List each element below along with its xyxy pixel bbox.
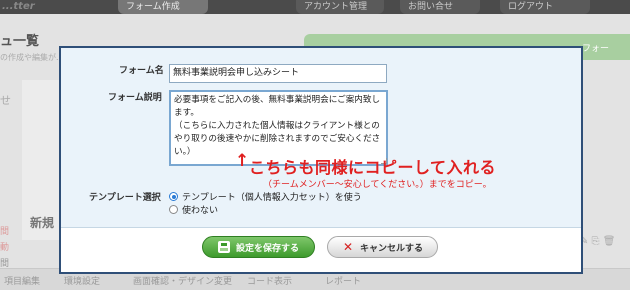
- template-option-use-label: テンプレート（個人情報入力セット）を使う: [182, 193, 362, 203]
- cancel-button[interactable]: ✕ キャンセルする: [327, 236, 438, 258]
- cancel-button-label: キャンセルする: [359, 243, 423, 254]
- template-select-label: テンプレート選択: [89, 193, 161, 203]
- form-settings-dialog: フォーム名 無料事業説明会申し込みシート フォーム説明 必要事項をご記入の後、無…: [59, 46, 583, 274]
- tab-logout[interactable]: ログアウト: [500, 0, 590, 14]
- bottom-item-code[interactable]: コード表示: [247, 274, 292, 287]
- save-settings-button[interactable]: 設定を保存する: [202, 236, 315, 258]
- page-subtitle: の作成や編集が...: [0, 53, 64, 62]
- tab-account[interactable]: アカウント管理: [296, 0, 384, 14]
- side-label: せ: [0, 94, 11, 107]
- template-option-use[interactable]: テンプレート（個人情報入力セット）を使う: [169, 190, 362, 203]
- radio-selected-icon[interactable]: [169, 192, 178, 201]
- save-button-label: 設定を保存する: [235, 243, 299, 254]
- radio-unselected-icon[interactable]: [169, 205, 178, 214]
- form-name-input[interactable]: 無料事業説明会申し込みシート: [169, 64, 387, 83]
- template-option-none[interactable]: 使わない: [169, 203, 218, 216]
- form-name-label: フォーム名: [119, 66, 164, 76]
- tab-form-create[interactable]: フォーム作成: [118, 0, 208, 14]
- app-logo: ...tter: [2, 1, 35, 12]
- new-form-bar-label: フォー: [582, 44, 610, 54]
- bottom-item-design[interactable]: 画面確認・デザイン変更: [133, 274, 232, 287]
- top-nav-bar: ...tter フォーム作成 アカウント管理 お問い合せ ログアウト: [0, 0, 630, 14]
- card-action-icons[interactable]: ✎ ⎘ 🗑: [580, 236, 615, 247]
- form-description-label: フォーム説明: [108, 93, 162, 103]
- list-label: 動: [0, 243, 10, 253]
- template-option-none-label: 使わない: [182, 206, 219, 216]
- tab-contact[interactable]: お問い合せ: [400, 0, 480, 14]
- save-icon: [217, 241, 230, 253]
- page-title: ュ一覧: [0, 34, 40, 49]
- bottom-item-fields[interactable]: 項目編集: [4, 274, 40, 287]
- dialog-body: フォーム名 無料事業説明会申し込みシート フォーム説明 必要事項をご記入の後、無…: [61, 48, 581, 228]
- bottom-item-report[interactable]: レポート: [325, 274, 361, 287]
- annotation-main-text: こちらも同様にコピーして入れる: [249, 158, 497, 177]
- new-card-title: 新規: [30, 216, 55, 230]
- list-label: 間: [0, 227, 10, 237]
- annotation-arrow-icon: ↑: [235, 151, 250, 171]
- dialog-footer: 設定を保存する ✕ キャンセルする: [61, 228, 581, 272]
- bottom-item-settings[interactable]: 環境設定: [64, 274, 100, 287]
- close-icon: ✕: [342, 240, 354, 254]
- annotation-sub-text: （チームメンバー〜安心してください。）までをコピー。: [263, 180, 492, 190]
